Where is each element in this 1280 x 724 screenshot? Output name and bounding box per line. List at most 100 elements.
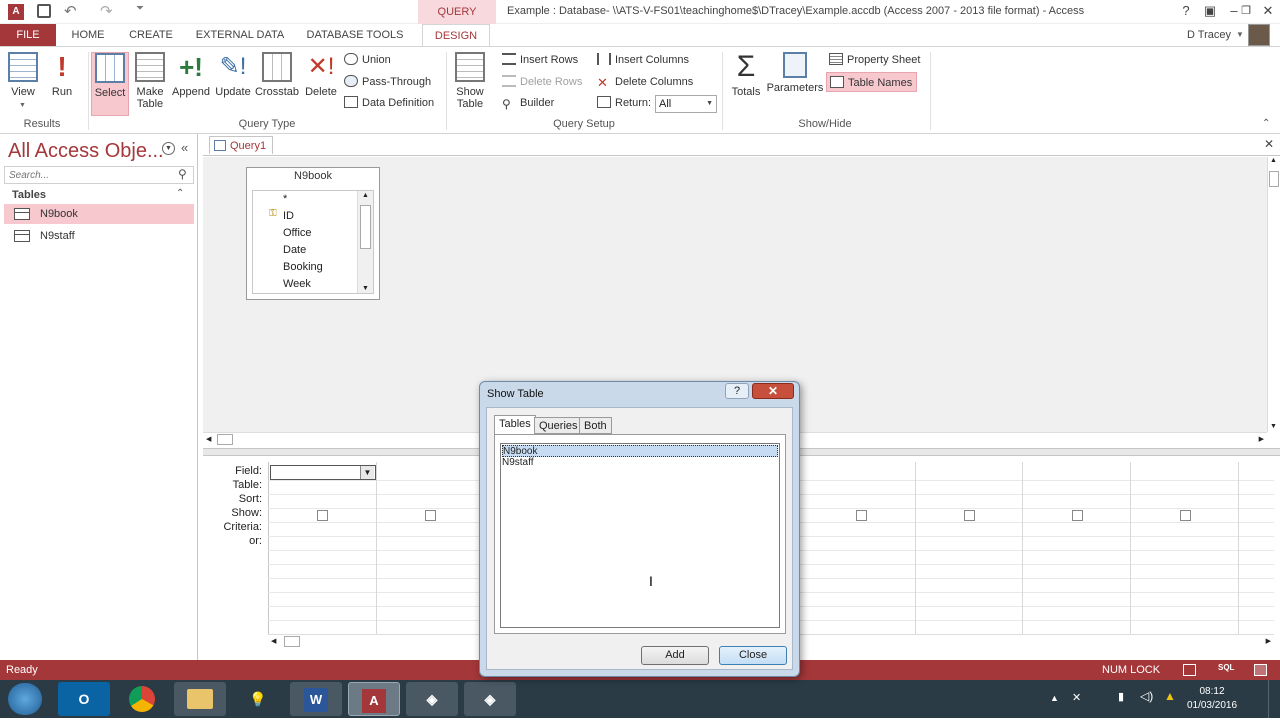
table-names-button[interactable]: Table Names xyxy=(826,72,918,92)
field-list-title[interactable]: N9book xyxy=(247,170,379,182)
make-table-button[interactable]: Make Table xyxy=(132,52,168,114)
user-menu-arrow-icon[interactable]: ▼ xyxy=(1236,30,1244,39)
group-separator xyxy=(930,52,931,130)
design-view-icon[interactable] xyxy=(1254,664,1267,676)
field-item[interactable]: Week xyxy=(283,278,311,290)
explorer-taskbar-icon[interactable] xyxy=(174,682,226,716)
union-button[interactable]: Union xyxy=(344,50,391,70)
close-document-icon[interactable]: ✕ xyxy=(1264,137,1274,151)
avatar[interactable] xyxy=(1248,24,1270,46)
tab-home[interactable]: HOME xyxy=(64,24,112,46)
update-button[interactable]: ✎! Update xyxy=(213,52,253,114)
show-checkbox[interactable] xyxy=(425,510,436,521)
tab-design[interactable]: DESIGN xyxy=(422,24,490,46)
list-item[interactable]: N9book xyxy=(502,445,778,457)
dialog-help-button[interactable]: ? xyxy=(725,383,749,399)
delete-query-button[interactable]: ✕! Delete xyxy=(302,52,340,114)
vertical-scrollbar[interactable]: ▲ ▼ xyxy=(1267,157,1280,432)
search-icon[interactable]: ⚲ xyxy=(178,167,187,181)
shutter-bar-icon[interactable]: « xyxy=(181,140,188,155)
nav-pane-title[interactable]: All Access Obje... xyxy=(8,140,164,163)
undo-icon[interactable]: ↶ xyxy=(64,2,77,20)
save-icon[interactable] xyxy=(37,4,51,18)
data-definition-button[interactable]: Data Definition xyxy=(344,93,434,113)
ribbon-display-icon[interactable]: ▣ xyxy=(1198,2,1222,20)
nav-item-n9book[interactable]: N9book xyxy=(4,204,194,224)
start-button-icon[interactable] xyxy=(8,683,42,715)
insert-rows-button[interactable]: Insert Rows xyxy=(502,50,578,70)
drive-icon[interactable]: ▲ xyxy=(1164,689,1176,703)
field-item[interactable]: Date xyxy=(283,244,306,256)
redo-icon[interactable]: ↷ xyxy=(100,2,113,20)
run-button[interactable]: ! Run xyxy=(46,52,78,114)
view-dropdown-icon[interactable]: ▼ xyxy=(19,102,26,109)
user-name[interactable]: D Tracey xyxy=(1187,24,1231,46)
tab-external-data[interactable]: EXTERNAL DATA xyxy=(190,24,290,46)
tab-create[interactable]: CREATE xyxy=(124,24,178,46)
close-button[interactable]: Close xyxy=(719,646,787,665)
tab-file[interactable]: FILE xyxy=(0,24,56,46)
show-checkbox[interactable] xyxy=(1072,510,1083,521)
scroll-left-icon: ◀ xyxy=(206,436,212,443)
show-checkbox[interactable] xyxy=(317,510,328,521)
collapse-group-icon[interactable]: ⌃ xyxy=(176,188,184,199)
table-listbox[interactable] xyxy=(500,443,780,628)
collapse-ribbon-icon[interactable]: ⌃ xyxy=(1262,118,1270,129)
select-query-button[interactable]: Select xyxy=(91,52,129,116)
dialog-tab-queries[interactable]: Queries xyxy=(534,417,583,434)
app-taskbar-icon-2[interactable]: ◈ xyxy=(464,682,516,716)
customize-qat-icon[interactable]: ⏷ xyxy=(136,3,144,14)
datasheet-view-icon[interactable] xyxy=(1183,664,1196,676)
dialog-tab-both[interactable]: Both xyxy=(579,417,612,434)
help-button[interactable]: ? xyxy=(1174,2,1198,20)
tray-overflow-icon[interactable]: ▲ xyxy=(1050,693,1059,703)
volume-icon[interactable]: ◁) xyxy=(1140,689,1153,703)
parameters-button[interactable]: Parameters xyxy=(766,52,824,114)
builder-button[interactable]: ⚲ Builder xyxy=(502,93,554,113)
sql-view-icon[interactable]: SQL xyxy=(1218,663,1234,672)
totals-button[interactable]: Σ Totals xyxy=(728,52,764,114)
crosstab-button[interactable]: Crosstab xyxy=(254,52,300,114)
field-item[interactable]: * xyxy=(283,193,287,205)
app-taskbar-icon[interactable]: ◈ xyxy=(406,682,458,716)
pass-through-button[interactable]: Pass-Through xyxy=(344,72,431,92)
network-icon[interactable]: ✕ xyxy=(1072,691,1081,704)
tips-taskbar-icon[interactable]: 💡 xyxy=(232,682,284,716)
insert-columns-button[interactable]: Insert Columns xyxy=(597,50,689,70)
property-sheet-button[interactable]: Property Sheet xyxy=(829,50,920,70)
signal-icon[interactable]: ▮ xyxy=(1118,690,1124,703)
show-desktop-button[interactable] xyxy=(1268,680,1280,718)
field-item[interactable]: Office xyxy=(283,227,312,239)
nav-search-input[interactable] xyxy=(4,166,194,184)
show-checkbox[interactable] xyxy=(1180,510,1191,521)
tab-database-tools[interactable]: DATABASE TOOLS xyxy=(300,24,410,46)
field-item[interactable]: ID xyxy=(283,210,294,222)
chrome-taskbar-icon[interactable] xyxy=(116,682,168,716)
list-item[interactable]: N9staff xyxy=(502,457,778,469)
nav-item-n9staff[interactable]: N9staff xyxy=(4,226,194,246)
return-combobox[interactable]: All ▼ xyxy=(655,95,717,113)
system-clock[interactable]: 08:12 01/03/2016 xyxy=(1180,685,1244,713)
dialog-tab-tables[interactable]: Tables xyxy=(494,415,536,435)
field-list[interactable]: * ⚿ ID Office Date Booking Week xyxy=(252,190,374,294)
tab-query1[interactable]: Query1 xyxy=(209,136,274,154)
show-table-button[interactable]: Show Table xyxy=(450,52,490,114)
show-checkbox[interactable] xyxy=(964,510,975,521)
outlook-taskbar-icon[interactable]: O xyxy=(58,682,110,716)
nav-menu-icon[interactable]: ▼ xyxy=(162,142,175,155)
append-button[interactable]: +! Append xyxy=(170,52,212,114)
nav-group-header[interactable]: Tables xyxy=(4,186,196,204)
scroll-thumb xyxy=(284,636,300,647)
dialog-close-icon[interactable]: ✕ xyxy=(752,383,794,399)
delete-rows-button[interactable]: Delete Rows xyxy=(502,72,582,92)
close-window-button[interactable]: ✕ xyxy=(1256,2,1280,20)
field-item[interactable]: Booking xyxy=(283,261,323,273)
word-taskbar-icon[interactable]: W xyxy=(290,682,342,716)
add-button[interactable]: Add xyxy=(641,646,709,665)
access-taskbar-icon[interactable]: A xyxy=(348,682,400,716)
show-checkbox[interactable] xyxy=(856,510,867,521)
restore-button[interactable]: ❐ xyxy=(1234,2,1258,20)
chevron-down-icon[interactable]: ▼ xyxy=(360,466,374,479)
delete-columns-button[interactable]: ✕ Delete Columns xyxy=(597,72,693,92)
field-list-scrollbar[interactable]: ▲ ▼ xyxy=(357,191,373,293)
